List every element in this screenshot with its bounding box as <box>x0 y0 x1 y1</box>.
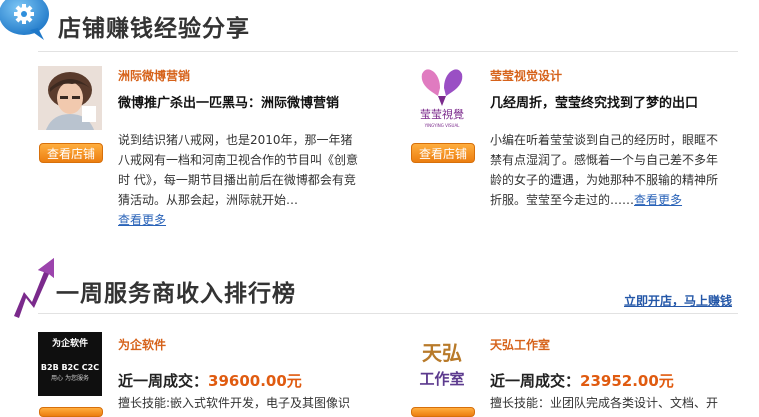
provider-skill: 擅长技能：业团队完成各类设计、文档、开 <box>490 396 719 410</box>
logo-subtext: YINGYING VISUAL <box>424 123 461 128</box>
section-title-ranking: 一周服务商收入排行榜 <box>56 281 296 307</box>
view-shop-button[interactable]: 查看店铺 <box>39 143 103 163</box>
provider-logo[interactable]: 天弘 工作室 <box>410 332 474 396</box>
deal-label: 近一周成交： <box>118 372 209 390</box>
section-title-experience: 店铺赚钱经验分享 <box>58 16 250 42</box>
shop-logo[interactable]: 莹莹視覺 YINGYING VISUAL <box>410 66 474 130</box>
logo-text: B2B B2C C2C <box>41 363 99 372</box>
view-shop-button-partial[interactable] <box>39 407 103 417</box>
gear-icon <box>0 0 52 40</box>
view-more-link[interactable]: 查看更多 <box>634 193 682 207</box>
section-divider <box>38 313 738 314</box>
shop-avatar-photo[interactable] <box>38 66 102 130</box>
description-text: 小编在听着莹莹谈到自己的经历时，眼眶不禁有点湿润了。感慨着一个与自己差不多年龄的… <box>490 133 719 207</box>
deal-label: 近一周成交： <box>490 372 581 390</box>
logo-text: 莹莹視覺 <box>420 107 464 121</box>
article-description: 说到结识猪八戒网，也是2010年，那一年猪八戒网有一档和河南卫视合作的节目叫《创… <box>118 130 358 230</box>
article-headline[interactable]: 几经周折，莹莹终究找到了梦的出口 <box>490 92 698 111</box>
weekly-deal: 近一周成交：39600.00元 <box>118 370 302 391</box>
logo-text: 用心 为您服务 <box>51 374 89 382</box>
view-shop-button-partial[interactable] <box>411 407 475 417</box>
logo-text: 为企软件 <box>52 337 88 349</box>
provider-name-link[interactable]: 为企软件 <box>118 336 166 353</box>
provider-name-link[interactable]: 天弘工作室 <box>490 336 550 353</box>
provider-logo[interactable]: 为企软件 B2B B2C C2C 用心 为您服务 <box>38 332 102 396</box>
provider-skill: 擅长技能:嵌入式软件开发，电子及其图像识 <box>118 396 351 410</box>
description-text: 说到结识猪八戒网，也是2010年，那一年猪八戒网有一档和河南卫视合作的节目叫《创… <box>118 133 359 207</box>
shop-name-link[interactable]: 洲际微博营销 <box>118 67 190 84</box>
weekly-deal: 近一周成交：23952.00元 <box>490 370 674 391</box>
open-shop-link[interactable]: 立即开店，马上赚钱 <box>624 292 732 309</box>
deal-amount: 23952.00元 <box>580 372 674 390</box>
section-divider <box>38 51 738 52</box>
logo-text: 工作室 <box>419 370 464 388</box>
trend-arrow-icon <box>10 256 60 320</box>
logo-text: 天弘 <box>422 341 462 365</box>
article-description: 小编在听着莹莹谈到自己的经历时，眼眶不禁有点湿润了。感慨着一个与自己差不多年龄的… <box>490 130 724 210</box>
article-headline[interactable]: 微博推广杀出一匹黑马：洲际微博营销 <box>118 92 339 111</box>
deal-amount: 39600.00元 <box>208 372 302 390</box>
view-shop-button[interactable]: 查看店铺 <box>411 143 475 163</box>
shop-name-link[interactable]: 莹莹视觉设计 <box>490 67 562 84</box>
view-more-link[interactable]: 查看更多 <box>118 213 166 227</box>
